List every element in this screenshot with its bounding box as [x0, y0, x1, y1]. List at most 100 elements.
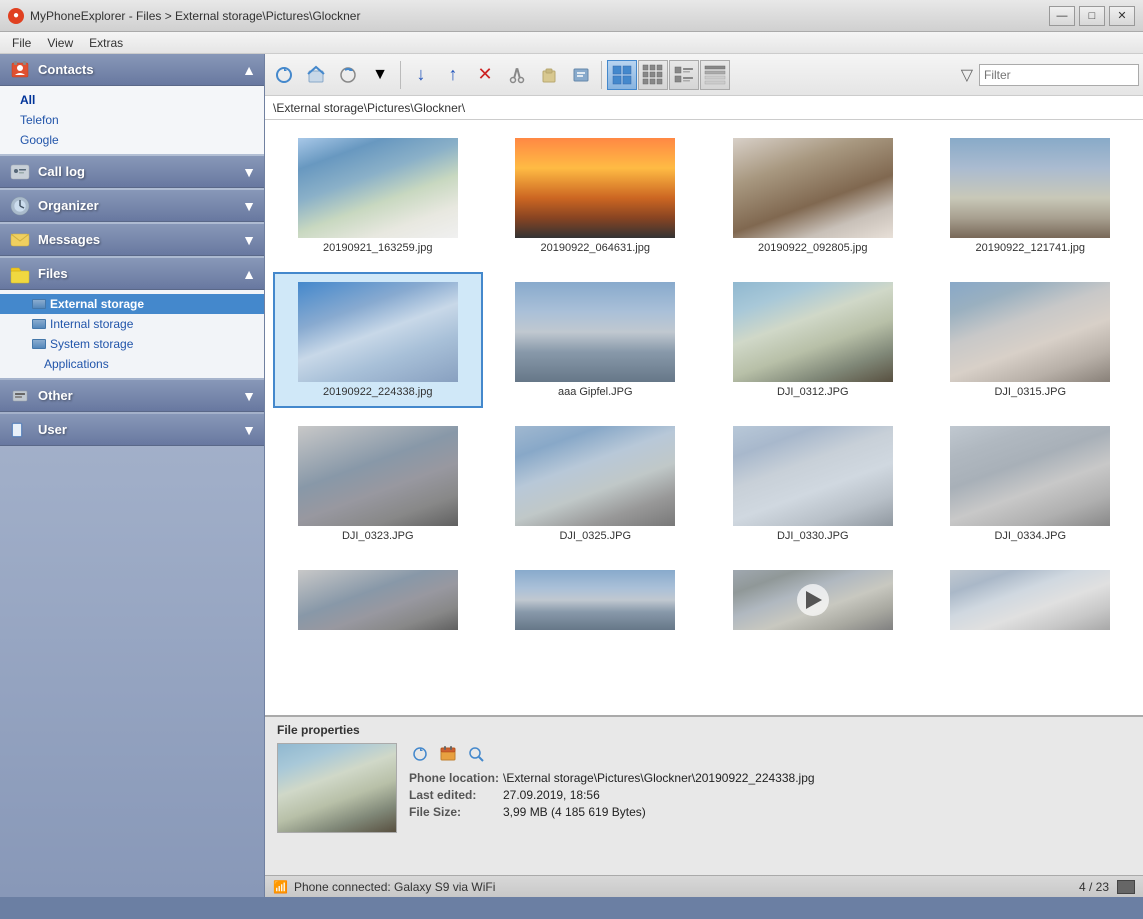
external-storage-icon [32, 299, 46, 309]
file-name: 20190922_224338.jpg [323, 386, 433, 398]
file-item[interactable]: aaa Gipfel.JPG [491, 272, 701, 408]
prop-search-button[interactable] [465, 743, 487, 765]
sidebar-header-contacts[interactable]: Contacts ▲ [0, 54, 264, 86]
calllog-label: Call log [38, 164, 242, 179]
user-icon [8, 418, 32, 442]
sidebar-header-messages[interactable]: Messages ▼ [0, 224, 264, 256]
sidebar-header-calllog[interactable]: Call log ▼ [0, 156, 264, 188]
file-name: DJI_0330.JPG [777, 530, 849, 542]
file-item[interactable]: 20190922_092805.jpg [708, 128, 918, 264]
minimize-button[interactable]: — [1049, 6, 1075, 26]
file-item-selected[interactable]: 20190922_224338.jpg [273, 272, 483, 408]
prop-size-label: File Size: [409, 805, 499, 819]
file-name: aaa Gipfel.JPG [558, 386, 633, 398]
file-thumbnail [733, 138, 893, 238]
files-content: External storage Internal storage System… [0, 290, 264, 378]
separator-2 [601, 61, 602, 89]
file-item[interactable]: 20190922_121741.jpg [926, 128, 1136, 264]
file-item[interactable] [491, 560, 701, 644]
user-expand-icon: ▼ [242, 422, 256, 438]
delete-button[interactable]: ✕ [470, 60, 500, 90]
reload-button[interactable] [333, 60, 363, 90]
file-item[interactable]: DJI_0315.JPG [926, 272, 1136, 408]
file-item[interactable] [273, 560, 483, 644]
file-name: 20190922_121741.jpg [975, 242, 1085, 254]
dropdown-button[interactable]: ▼ [365, 60, 395, 90]
wifi-icon: 📶 [273, 880, 288, 894]
sidebar-header-organizer[interactable]: Organizer ▼ [0, 190, 264, 222]
files-expand-icon: ▲ [242, 266, 256, 282]
sidebar-item-google[interactable]: Google [0, 130, 264, 150]
sidebar-item-external-storage[interactable]: External storage [0, 294, 264, 314]
sidebar-header-user[interactable]: User ▼ [0, 414, 264, 446]
file-thumbnail [298, 570, 458, 630]
file-item[interactable] [708, 560, 918, 644]
file-thumbnail [515, 282, 675, 382]
toolbar: ▼ ↓ ↑ ✕ [265, 54, 1143, 96]
status-view-icon [1117, 880, 1135, 894]
menu-file[interactable]: File [4, 34, 39, 52]
organizer-expand-icon: ▼ [242, 198, 256, 214]
properties-table: Phone location: \External storage\Pictur… [409, 771, 1131, 819]
properties-button[interactable] [566, 60, 596, 90]
content-area: ▼ ↓ ↑ ✕ [265, 54, 1143, 897]
file-thumbnail [950, 570, 1110, 630]
file-thumbnail [515, 426, 675, 526]
other-label: Other [38, 388, 242, 403]
sidebar-item-telefon[interactable]: Telefon [0, 110, 264, 130]
sidebar-header-files[interactable]: Files ▲ [0, 258, 264, 290]
sidebar-section-other: Other ▼ [0, 380, 264, 412]
other-icon [8, 384, 32, 408]
file-thumbnail [515, 138, 675, 238]
sidebar-item-applications[interactable]: Applications [0, 354, 264, 374]
file-item[interactable]: 20190921_163259.jpg [273, 128, 483, 264]
sidebar-item-all[interactable]: All [0, 90, 264, 110]
file-item[interactable]: DJI_0334.JPG [926, 416, 1136, 552]
sidebar: Contacts ▲ All Telefon Google [0, 54, 265, 897]
prop-calendar-button[interactable] [437, 743, 459, 765]
prop-row-edited: Last edited: 27.09.2019, 18:56 [409, 788, 1131, 802]
files-label: Files [38, 266, 242, 281]
view-small-icons[interactable] [638, 60, 668, 90]
file-thumbnail [733, 570, 893, 630]
file-item[interactable]: 20190922_064631.jpg [491, 128, 701, 264]
status-count: 4 / 23 [1079, 880, 1109, 894]
maximize-button[interactable]: □ [1079, 6, 1105, 26]
view-large-icons[interactable] [607, 60, 637, 90]
prop-refresh-button[interactable] [409, 743, 431, 765]
view-list[interactable] [669, 60, 699, 90]
file-item[interactable]: DJI_0330.JPG [708, 416, 918, 552]
files-icon [8, 262, 32, 286]
view-details[interactable] [700, 60, 730, 90]
sidebar-header-other[interactable]: Other ▼ [0, 380, 264, 412]
home-button[interactable] [301, 60, 331, 90]
file-name: 20190922_064631.jpg [540, 242, 650, 254]
user-label: User [38, 422, 242, 437]
menu-view[interactable]: View [39, 34, 81, 52]
refresh-button[interactable] [269, 60, 299, 90]
status-connection: Phone connected: Galaxy S9 via WiFi [294, 880, 495, 894]
cut-button[interactable] [502, 60, 532, 90]
prop-edited-value: 27.09.2019, 18:56 [503, 788, 600, 802]
video-play-overlay [797, 584, 829, 616]
paste-button[interactable] [534, 60, 564, 90]
file-item[interactable]: DJI_0312.JPG [708, 272, 918, 408]
status-bar: 📶 Phone connected: Galaxy S9 via WiFi 4 … [265, 875, 1143, 897]
sidebar-item-system-storage[interactable]: System storage [0, 334, 264, 354]
file-grid: 20190921_163259.jpg 20190922_064631.jpg … [265, 120, 1143, 715]
menu-extras[interactable]: Extras [81, 34, 131, 52]
filter-input[interactable] [979, 64, 1139, 86]
download-button[interactable]: ↓ [406, 60, 436, 90]
organizer-label: Organizer [38, 198, 242, 213]
file-thumbnail [298, 282, 458, 382]
file-item[interactable]: DJI_0323.JPG [273, 416, 483, 552]
prop-location-label: Phone location: [409, 771, 499, 785]
prop-row-size: File Size: 3,99 MB (4 185 619 Bytes) [409, 805, 1131, 819]
sidebar-item-internal-storage[interactable]: Internal storage [0, 314, 264, 334]
file-name: 20190922_092805.jpg [758, 242, 868, 254]
upload-button[interactable]: ↑ [438, 60, 468, 90]
close-button[interactable]: ✕ [1109, 6, 1135, 26]
main-container: Contacts ▲ All Telefon Google [0, 54, 1143, 897]
file-item[interactable]: DJI_0325.JPG [491, 416, 701, 552]
file-item[interactable] [926, 560, 1136, 644]
